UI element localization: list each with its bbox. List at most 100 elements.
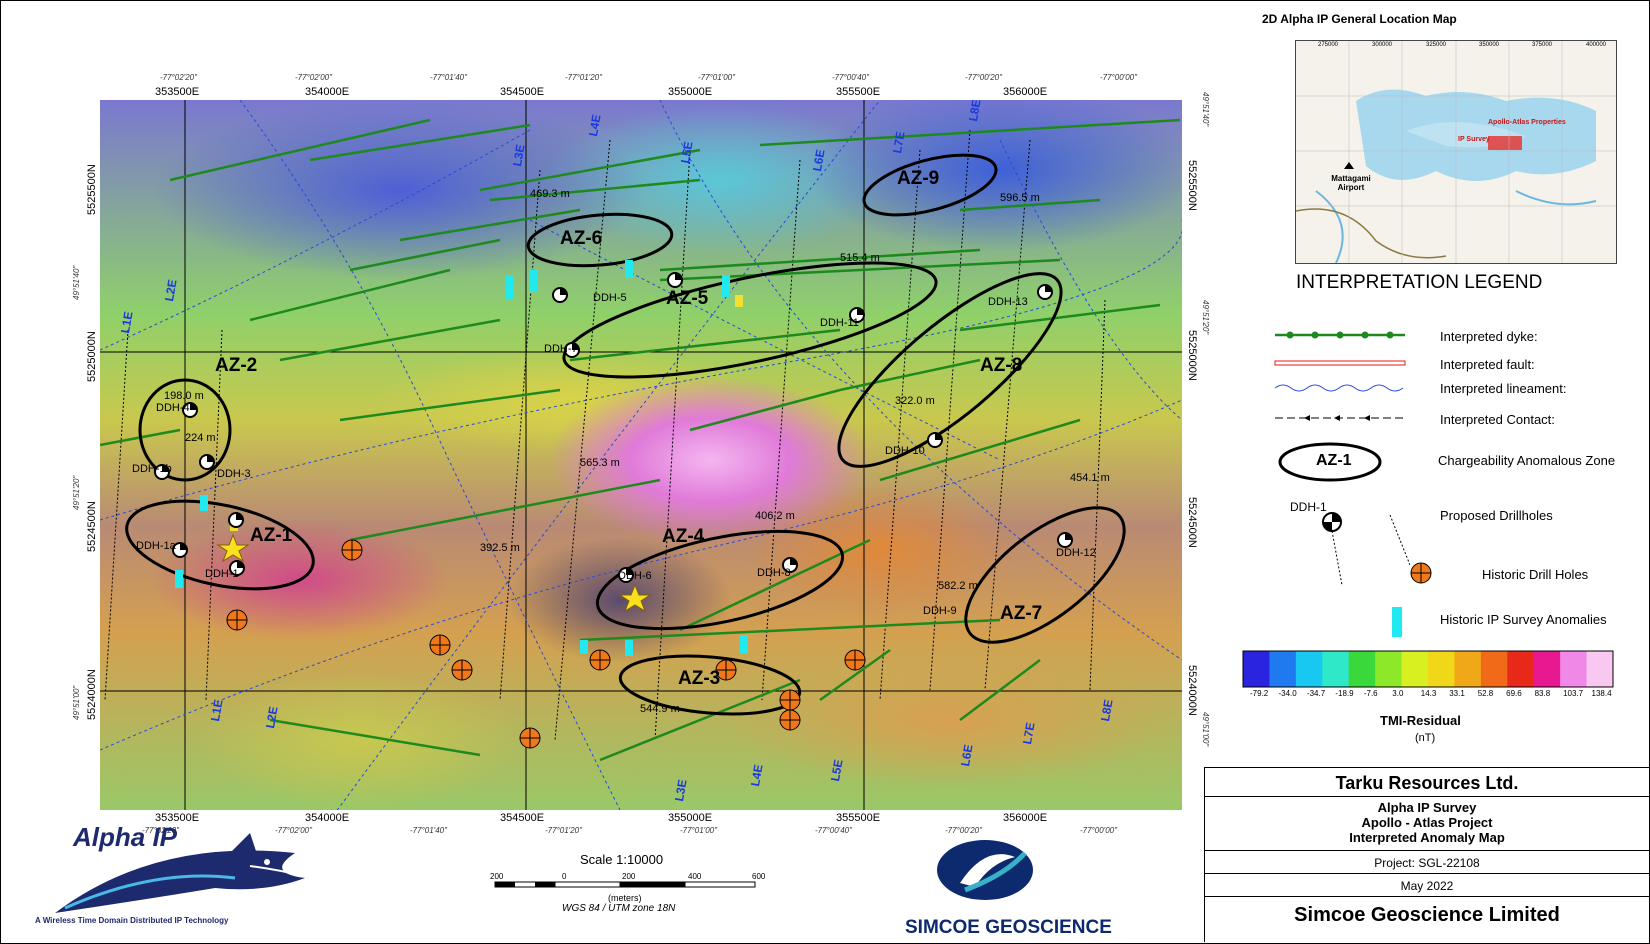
colorbar-swatch bbox=[1348, 651, 1376, 687]
dms-label: -77°01'20" bbox=[545, 826, 582, 835]
easting-label: 354500E bbox=[500, 812, 545, 824]
easting-label: 355500E bbox=[836, 86, 881, 98]
legend-label: Interpreted Contact: bbox=[1440, 412, 1555, 427]
legend-fault-symbol bbox=[1274, 360, 1406, 366]
tb-company-row: Tarku Resources Ltd. bbox=[1205, 767, 1649, 796]
drillhole-label: DDH-9 bbox=[923, 605, 957, 617]
colorbar-swatch bbox=[1560, 651, 1588, 687]
lat-label: 49°51'40" bbox=[1201, 92, 1210, 127]
lat-label: 49°51'00" bbox=[1201, 712, 1210, 747]
dms-label: -77°00'00" bbox=[1080, 826, 1117, 835]
dms-label: -77°00'20" bbox=[965, 73, 1002, 82]
dms-label: -77°01'20" bbox=[565, 73, 602, 82]
tb-author-row: Simcoe Geoscience Limited bbox=[1205, 896, 1649, 943]
dyke bbox=[759, 118, 1181, 147]
dms-label: -77°02'20" bbox=[160, 73, 197, 82]
colorbar-swatch bbox=[1507, 651, 1535, 687]
legend-label: Historic Drill Holes bbox=[1482, 567, 1589, 582]
legend-ip-anomaly-icon bbox=[1392, 607, 1402, 637]
colorbar-label: 14.3 bbox=[1420, 689, 1437, 698]
drillhole-label: DDH-13 bbox=[988, 296, 1028, 308]
zone-label: AZ-8 bbox=[980, 355, 1023, 376]
historic-drill-hole bbox=[429, 634, 451, 656]
distance-label: 582.2 m bbox=[938, 580, 978, 592]
easting-label: 355000E bbox=[668, 812, 713, 824]
drillhole-label: DDH-5 bbox=[593, 292, 627, 304]
scale-tick: 200 bbox=[622, 872, 636, 881]
title-block: Tarku Resources Ltd. Alpha IP Survey Apo… bbox=[1204, 767, 1649, 942]
colorbar-swatch bbox=[1269, 651, 1297, 687]
scale-unit: (meters) bbox=[608, 893, 642, 903]
northing-label: 5525000N bbox=[1186, 330, 1198, 381]
target-star bbox=[216, 533, 250, 563]
dms-label: -77°01'00" bbox=[698, 73, 735, 82]
survey-line bbox=[761, 159, 801, 701]
dyke bbox=[339, 388, 561, 422]
legend-label: Interpreted lineament: bbox=[1440, 381, 1567, 396]
dyke bbox=[959, 303, 1161, 332]
survey-line bbox=[1089, 299, 1106, 691]
colorbar-label: 3.0 bbox=[1392, 689, 1404, 698]
anomalous-zones bbox=[125, 153, 1126, 716]
tmi-residual-map[interactable]: AZ-1 AZ-2 AZ-3 AZ-4 AZ-5 AZ-6 AZ-7 AZ-8 … bbox=[100, 100, 1182, 810]
simcoe-logo: SIMCOE GEOSCIENCE bbox=[905, 835, 1112, 941]
easting-label: 354000E bbox=[305, 86, 350, 98]
legend-ddh-symbol bbox=[1322, 512, 1410, 586]
distance-label: 469.3 m bbox=[530, 188, 570, 200]
proposed-drill-hole bbox=[228, 512, 244, 528]
dms-label: -77°00'00" bbox=[1100, 73, 1137, 82]
colorbar-swatch bbox=[1480, 651, 1508, 687]
legend-symbols bbox=[1274, 331, 1410, 586]
title-line-3: Interpreted Anomaly Map bbox=[1349, 830, 1505, 845]
simcoe-swoosh-icon bbox=[937, 840, 1033, 900]
drillhole-label: DDH-1a bbox=[136, 540, 176, 552]
zone-label: AZ-6 bbox=[560, 228, 603, 249]
title-line-1: Alpha IP Survey bbox=[1377, 800, 1477, 815]
northing-label: 5524000N bbox=[1186, 665, 1198, 716]
ip-anomaly-marker bbox=[580, 640, 588, 654]
zone-label: AZ-2 bbox=[215, 355, 258, 376]
zone-label: AZ-7 bbox=[1000, 603, 1043, 624]
dms-label: -77°02'00" bbox=[295, 73, 332, 82]
dyke bbox=[569, 328, 841, 362]
historic-drill-hole bbox=[779, 689, 801, 711]
distance-label: 322.0 m bbox=[895, 395, 935, 407]
project-number: Project: SGL-22108 bbox=[1374, 856, 1480, 870]
easting-label: 354500E bbox=[500, 86, 545, 98]
scale-tick: 400 bbox=[688, 872, 702, 881]
legend-dyke-symbol bbox=[1275, 331, 1405, 339]
colorbar-swatch bbox=[1428, 651, 1455, 687]
survey-line bbox=[499, 169, 541, 701]
colorbar-label: -18.9 bbox=[1335, 689, 1354, 698]
location-map[interactable]: Mattagami Airport Apollo-Atlas Propertie… bbox=[1295, 40, 1617, 264]
colorbar-swatch bbox=[1401, 651, 1429, 687]
colorbar-swatch bbox=[1243, 651, 1270, 687]
historic-drill-hole bbox=[341, 539, 363, 561]
dms-label: -77°01'00" bbox=[680, 826, 717, 835]
zone-label: AZ-4 bbox=[662, 526, 705, 547]
ip-anomaly-marker bbox=[722, 275, 730, 297]
historic-drill-hole bbox=[589, 649, 611, 671]
proposed-drill-hole bbox=[199, 454, 215, 470]
properties-label: Apollo-Atlas Properties bbox=[1488, 119, 1566, 126]
historic-drill-hole bbox=[779, 709, 801, 731]
colorbar-label: 69.6 bbox=[1506, 689, 1522, 698]
colorbar-swatch bbox=[1586, 651, 1614, 687]
ip-anomaly-marker bbox=[506, 275, 514, 300]
location-map-graphic bbox=[1296, 41, 1616, 263]
dyke bbox=[839, 358, 981, 392]
easting-label: 355500E bbox=[836, 812, 881, 824]
ip-anomaly-marker bbox=[735, 295, 743, 307]
ip-anomaly-marker bbox=[175, 570, 183, 588]
northing-label: 5524500N bbox=[1186, 497, 1198, 548]
dyke bbox=[689, 388, 841, 432]
legend-lineament-symbol bbox=[1274, 384, 1404, 392]
colorbar-swatch bbox=[1375, 651, 1403, 687]
loc-tick: 400000 bbox=[1586, 42, 1607, 48]
dyke bbox=[169, 118, 431, 182]
dms-label: -77°00'40" bbox=[832, 73, 869, 82]
legend-contact-symbol bbox=[1275, 415, 1405, 421]
author-name: Simcoe Geoscience Limited bbox=[1294, 904, 1560, 926]
colorbar-graphic bbox=[1242, 650, 1614, 688]
colorbar-unit: (nT) bbox=[1415, 732, 1436, 744]
